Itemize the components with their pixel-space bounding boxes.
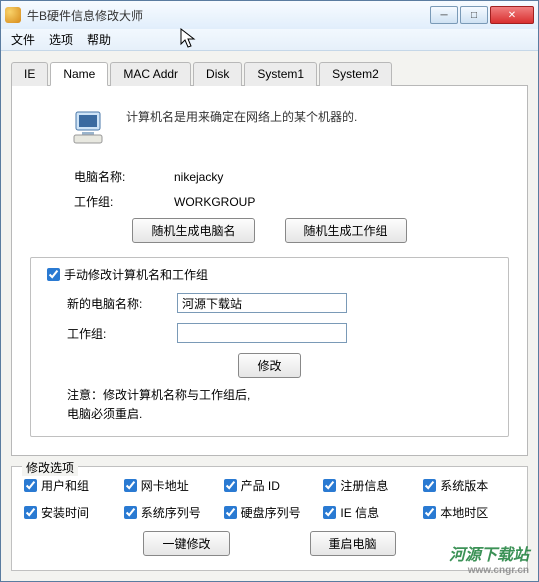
option-item[interactable]: 产品 ID xyxy=(224,477,316,494)
option-item[interactable]: 安装时间 xyxy=(24,504,116,521)
option-label: 用户和组 xyxy=(41,477,89,494)
option-label: IE 信息 xyxy=(340,504,379,521)
modify-options-group: 修改选项 用户和组网卡地址产品 ID注册信息系统版本安装时间系统序列号硬盘序列号… xyxy=(11,466,528,571)
option-label: 产品 ID xyxy=(241,477,280,494)
computer-name-value: nikejacky xyxy=(174,170,223,184)
tab-ie[interactable]: IE xyxy=(11,62,48,86)
client-area: IE Name MAC Addr Disk System1 System2 计算… xyxy=(1,51,538,581)
description-text: 计算机名是用来确定在网络上的某个机器的. xyxy=(126,108,357,127)
tab-strip: IE Name MAC Addr Disk System1 System2 xyxy=(11,61,528,86)
option-label: 系统版本 xyxy=(440,477,488,494)
restart-computer-button[interactable]: 重启电脑 xyxy=(310,531,396,556)
maximize-button[interactable]: □ xyxy=(460,6,488,24)
option-item[interactable]: 本地时区 xyxy=(423,504,515,521)
manual-edit-checkbox[interactable] xyxy=(47,268,60,281)
option-label: 硬盘序列号 xyxy=(241,504,301,521)
option-checkbox[interactable] xyxy=(224,479,237,492)
option-checkbox[interactable] xyxy=(24,479,37,492)
restart-note: 注意：修改计算机名称与工作组后, 电脑必须重启. xyxy=(47,386,492,424)
menu-help[interactable]: 帮助 xyxy=(87,31,111,48)
option-label: 系统序列号 xyxy=(141,504,201,521)
window-title: 牛B硬件信息修改大师 xyxy=(27,7,430,24)
option-checkbox[interactable] xyxy=(124,479,137,492)
manual-edit-group: 手动修改计算机名和工作组 新的电脑名称: 工作组: 修改 注意：修改计算机名称与… xyxy=(30,257,509,437)
option-item[interactable]: 系统版本 xyxy=(423,477,515,494)
option-checkbox[interactable] xyxy=(423,479,436,492)
manual-edit-label: 手动修改计算机名和工作组 xyxy=(64,266,208,283)
option-label: 本地时区 xyxy=(440,504,488,521)
option-checkbox[interactable] xyxy=(323,506,336,519)
menu-file[interactable]: 文件 xyxy=(11,31,35,48)
option-label: 网卡地址 xyxy=(141,477,189,494)
app-icon xyxy=(5,7,21,23)
option-item[interactable]: 网卡地址 xyxy=(124,477,216,494)
generate-workgroup-button[interactable]: 随机生成工作组 xyxy=(285,218,407,243)
generate-name-button[interactable]: 随机生成电脑名 xyxy=(132,218,254,243)
modify-button[interactable]: 修改 xyxy=(238,353,300,378)
onekey-modify-button[interactable]: 一键修改 xyxy=(143,531,229,556)
option-label: 注册信息 xyxy=(340,477,388,494)
workgroup-label: 工作组: xyxy=(74,193,174,210)
tab-name[interactable]: Name xyxy=(50,62,108,86)
titlebar: 牛B硬件信息修改大师 ─ □ ✕ xyxy=(1,1,538,29)
tab-system2[interactable]: System2 xyxy=(319,62,392,86)
option-item[interactable]: 注册信息 xyxy=(323,477,415,494)
option-checkbox[interactable] xyxy=(423,506,436,519)
computer-name-label: 电脑名称: xyxy=(74,168,174,185)
option-item[interactable]: 硬盘序列号 xyxy=(224,504,316,521)
option-checkbox[interactable] xyxy=(224,506,237,519)
tab-disk[interactable]: Disk xyxy=(193,62,242,86)
new-workgroup-input[interactable] xyxy=(177,323,347,343)
app-window: 牛B硬件信息修改大师 ─ □ ✕ 文件 选项 帮助 IE Name MAC Ad… xyxy=(0,0,539,582)
option-item[interactable]: 系统序列号 xyxy=(124,504,216,521)
tab-content-name: 计算机名是用来确定在网络上的某个机器的. 电脑名称: nikejacky 工作组… xyxy=(11,86,528,456)
option-checkbox[interactable] xyxy=(124,506,137,519)
option-item[interactable]: IE 信息 xyxy=(323,504,415,521)
option-checkbox[interactable] xyxy=(24,506,37,519)
new-name-input[interactable] xyxy=(177,293,347,313)
minimize-button[interactable]: ─ xyxy=(430,6,458,24)
new-workgroup-label: 工作组: xyxy=(67,325,177,342)
tab-system1[interactable]: System1 xyxy=(244,62,317,86)
computer-icon xyxy=(70,108,110,148)
option-item[interactable]: 用户和组 xyxy=(24,477,116,494)
option-checkbox[interactable] xyxy=(323,479,336,492)
menu-options[interactable]: 选项 xyxy=(49,31,73,48)
new-name-label: 新的电脑名称: xyxy=(67,295,177,312)
tab-macaddr[interactable]: MAC Addr xyxy=(110,62,191,86)
close-button[interactable]: ✕ xyxy=(490,6,534,24)
workgroup-value: WORKGROUP xyxy=(174,195,255,209)
menubar: 文件 选项 帮助 xyxy=(1,29,538,51)
option-label: 安装时间 xyxy=(41,504,89,521)
modify-options-legend: 修改选项 xyxy=(22,459,78,476)
